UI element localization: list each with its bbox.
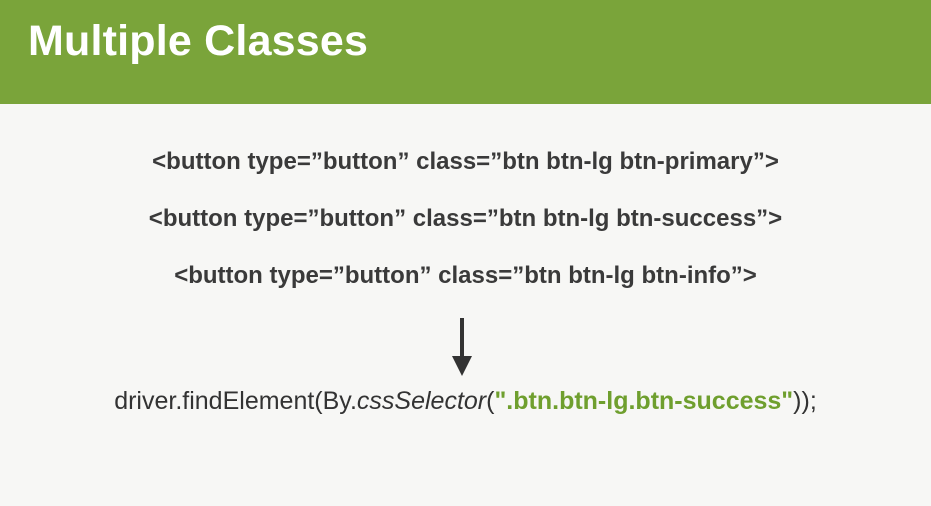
down-arrow-icon	[452, 318, 472, 376]
code-line-primary: <button type=”button” class=”btn btn-lg …	[152, 148, 779, 175]
code-line-info: <button type=”button” class=”btn btn-lg …	[174, 262, 757, 289]
selector-code-line: driver.findElement(By.cssSelector(".btn.…	[0, 389, 931, 414]
selector-value: ".btn.btn-lg.btn-success"	[494, 387, 794, 415]
selector-prefix: driver.findElement(By.	[114, 387, 357, 415]
slide-title: Multiple Classes	[28, 17, 369, 65]
selector-method: cssSelector	[356, 387, 487, 415]
code-line-success: <button type=”button” class=”btn btn-lg …	[148, 205, 783, 232]
selector-suffix: ));	[793, 387, 817, 415]
slide-header: Multiple Classes	[0, 0, 931, 104]
